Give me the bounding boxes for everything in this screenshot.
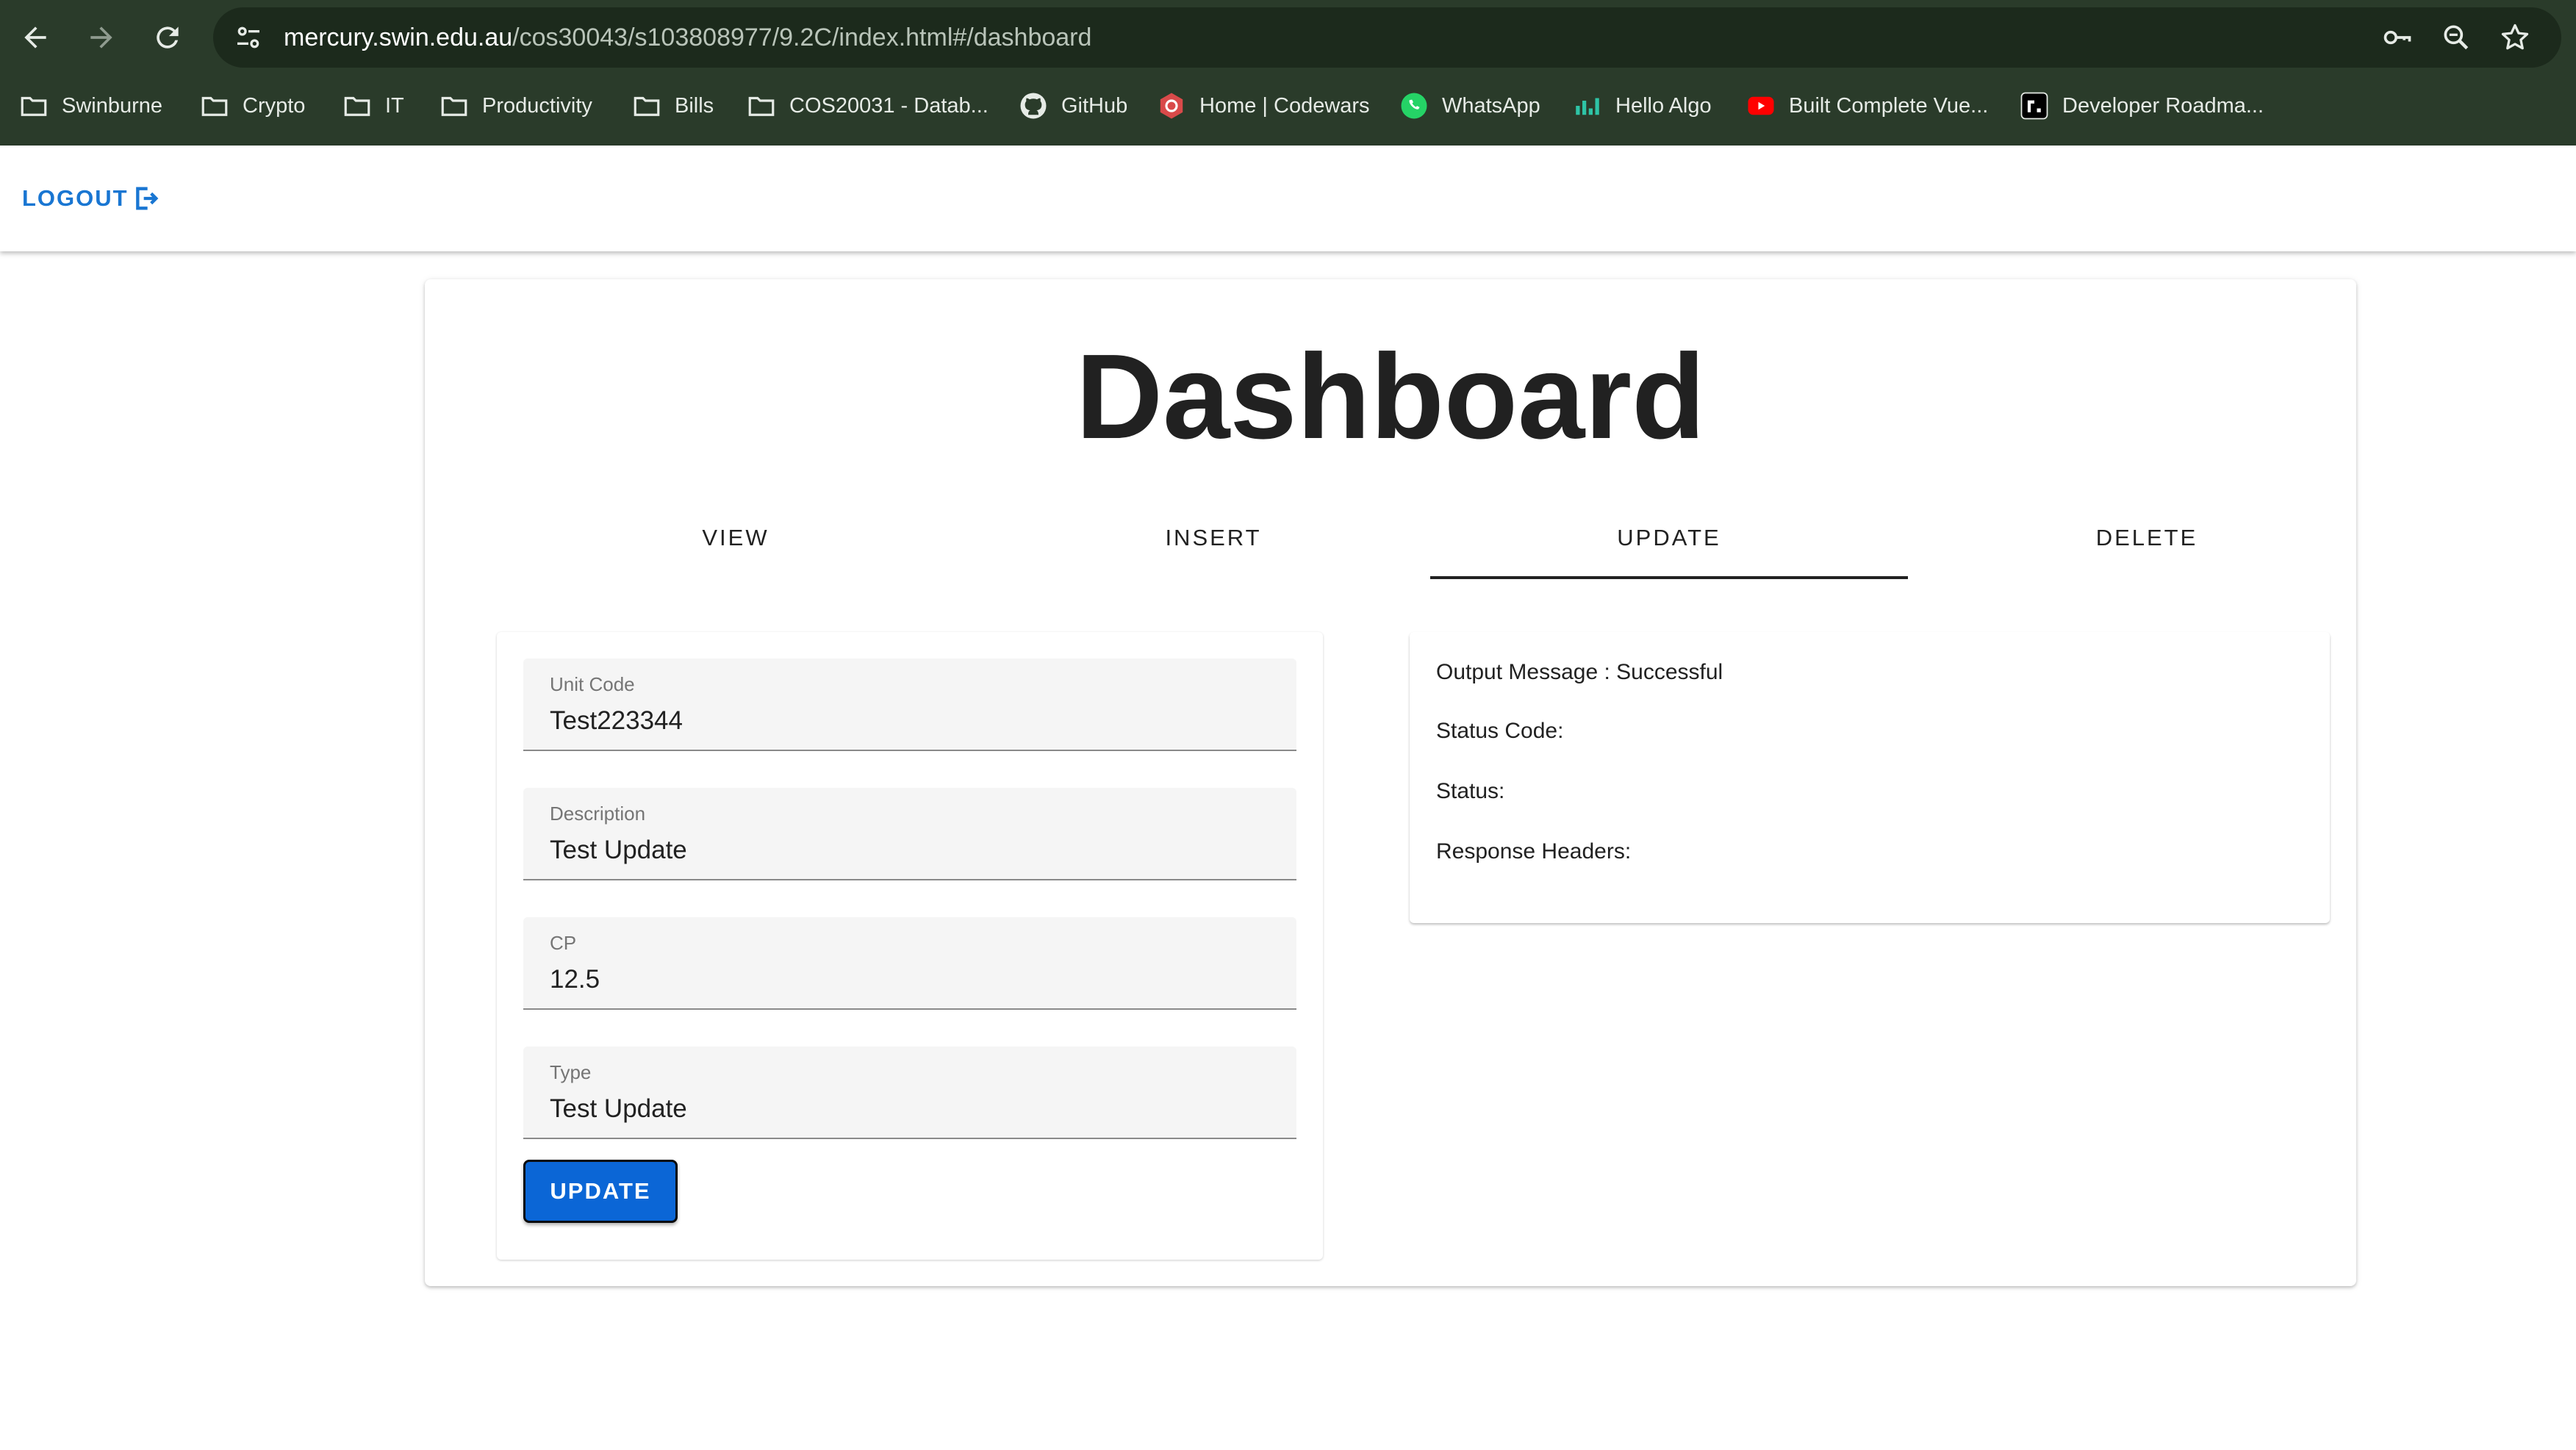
arrow-left-icon xyxy=(24,26,46,49)
cp-field[interactable]: CP xyxy=(523,917,1296,1010)
tab-view[interactable]: VIEW xyxy=(497,500,975,576)
arrow-right-icon xyxy=(90,26,112,49)
description-field[interactable]: Description xyxy=(523,788,1296,880)
tab-update[interactable]: UPDATE xyxy=(1430,500,1908,579)
bookmark-label: Crypto xyxy=(243,93,306,118)
site-info-button[interactable] xyxy=(228,17,269,58)
folder-icon xyxy=(198,90,231,122)
bookmark-label: COS20031 - Datab... xyxy=(789,93,989,118)
tab-delete[interactable]: DELETE xyxy=(1908,500,2386,576)
cp-input[interactable] xyxy=(550,963,1270,997)
type-field[interactable]: Type xyxy=(523,1047,1296,1139)
bookmark-swinburne[interactable]: Swinburne xyxy=(18,75,162,137)
bookmark-bills[interactable]: Bills xyxy=(631,75,714,137)
forward-button[interactable] xyxy=(81,17,122,58)
bookmark-label: Hello Algo xyxy=(1615,93,1712,118)
bookmark-star-button[interactable] xyxy=(2497,20,2533,55)
back-button[interactable] xyxy=(15,17,56,58)
folder-icon xyxy=(631,90,663,122)
url-host: mercury.swin.edu.au xyxy=(284,24,513,51)
bookmark-crypto[interactable]: Crypto xyxy=(198,75,305,137)
star-icon xyxy=(2501,24,2529,50)
folder-icon xyxy=(745,90,778,122)
unit-code-input[interactable] xyxy=(550,704,1270,738)
type-input[interactable] xyxy=(550,1092,1270,1126)
youtube-icon xyxy=(1745,90,1777,122)
bookmark-label: Swinburne xyxy=(62,93,163,118)
cp-label: CP xyxy=(550,932,577,954)
bookmark-label: Developer Roadma... xyxy=(2062,93,2264,118)
tab-bar: VIEW INSERT UPDATE DELETE xyxy=(497,500,2408,579)
bookmark-youtube-vue[interactable]: Built Complete Vue... xyxy=(1745,75,1988,137)
response-headers: Response Headers: xyxy=(1436,839,1632,864)
address-bar[interactable]: mercury.swin.edu.au/cos30043/s103808977/… xyxy=(213,7,2561,68)
whatsapp-icon xyxy=(1398,90,1430,122)
update-button[interactable]: UPDATE xyxy=(523,1160,678,1223)
bookmark-label: IT xyxy=(385,93,404,118)
bookmark-label: Home | Codewars xyxy=(1199,93,1370,118)
reload-icon xyxy=(157,26,179,49)
folder-icon xyxy=(18,90,50,122)
output-panel: Output Message : Successful Status Code:… xyxy=(1410,632,2330,923)
bookmarks-bar: Swinburne Crypto IT Productivity Bills C… xyxy=(0,75,2576,146)
tune-icon xyxy=(237,26,259,49)
hello-algo-icon xyxy=(1571,90,1604,122)
bookmark-label: Built Complete Vue... xyxy=(1789,93,1989,118)
logout-icon xyxy=(135,187,159,210)
bookmark-it[interactable]: IT xyxy=(341,75,404,137)
update-form: Unit Code Description CP Type UPDATE xyxy=(497,632,1323,1260)
status: Status: xyxy=(1436,779,1505,803)
status-code: Status Code: xyxy=(1436,719,1564,743)
bookmark-hello-algo[interactable]: Hello Algo xyxy=(1571,75,1712,137)
roadmap-icon xyxy=(2018,90,2051,122)
bookmark-label: Bills xyxy=(675,93,714,118)
bookmark-github[interactable]: GitHub xyxy=(1017,75,1127,137)
bookmark-developer-roadmap[interactable]: Developer Roadma... xyxy=(2018,75,2264,137)
app-bar: LOGOUT xyxy=(0,146,2576,251)
browser-toolbar: mercury.swin.edu.au/cos30043/s103808977/… xyxy=(0,0,2576,75)
logout-label: LOGOUT xyxy=(22,185,129,211)
description-label: Description xyxy=(550,803,646,825)
bookmark-productivity[interactable]: Productivity xyxy=(438,75,592,137)
codewars-icon xyxy=(1155,90,1188,122)
tab-insert[interactable]: INSERT xyxy=(975,500,1452,576)
url-path: /cos30043/s103808977/9.2C/index.html#/da… xyxy=(512,24,1092,51)
github-icon xyxy=(1017,90,1050,122)
bookmark-codewars[interactable]: Home | Codewars xyxy=(1155,75,1370,137)
bookmark-cos20031[interactable]: COS20031 - Datab... xyxy=(745,75,989,137)
bookmark-label: WhatsApp xyxy=(1442,93,1540,118)
reload-button[interactable] xyxy=(147,17,188,58)
key-icon xyxy=(2383,30,2411,45)
folder-icon xyxy=(438,90,470,122)
password-key-button[interactable] xyxy=(2380,20,2415,55)
zoom-icon xyxy=(2444,25,2469,50)
logout-button[interactable]: LOGOUT xyxy=(22,179,161,218)
description-input[interactable] xyxy=(550,833,1270,867)
bookmark-label: Productivity xyxy=(482,93,592,118)
dashboard-card: Dashboard VIEW INSERT UPDATE DELETE Unit… xyxy=(425,279,2356,1286)
bookmark-whatsapp[interactable]: WhatsApp xyxy=(1398,75,1540,137)
unit-code-label: Unit Code xyxy=(550,673,635,695)
bookmark-label: GitHub xyxy=(1061,93,1128,118)
unit-code-field[interactable]: Unit Code xyxy=(523,658,1296,751)
output-message: Output Message : Successful xyxy=(1436,660,1723,684)
zoom-button[interactable] xyxy=(2439,20,2474,55)
url-text[interactable]: mercury.swin.edu.au/cos30043/s103808977/… xyxy=(284,7,1091,68)
page-title: Dashboard xyxy=(1075,329,1706,464)
type-label: Type xyxy=(550,1061,592,1083)
folder-icon xyxy=(341,90,373,122)
